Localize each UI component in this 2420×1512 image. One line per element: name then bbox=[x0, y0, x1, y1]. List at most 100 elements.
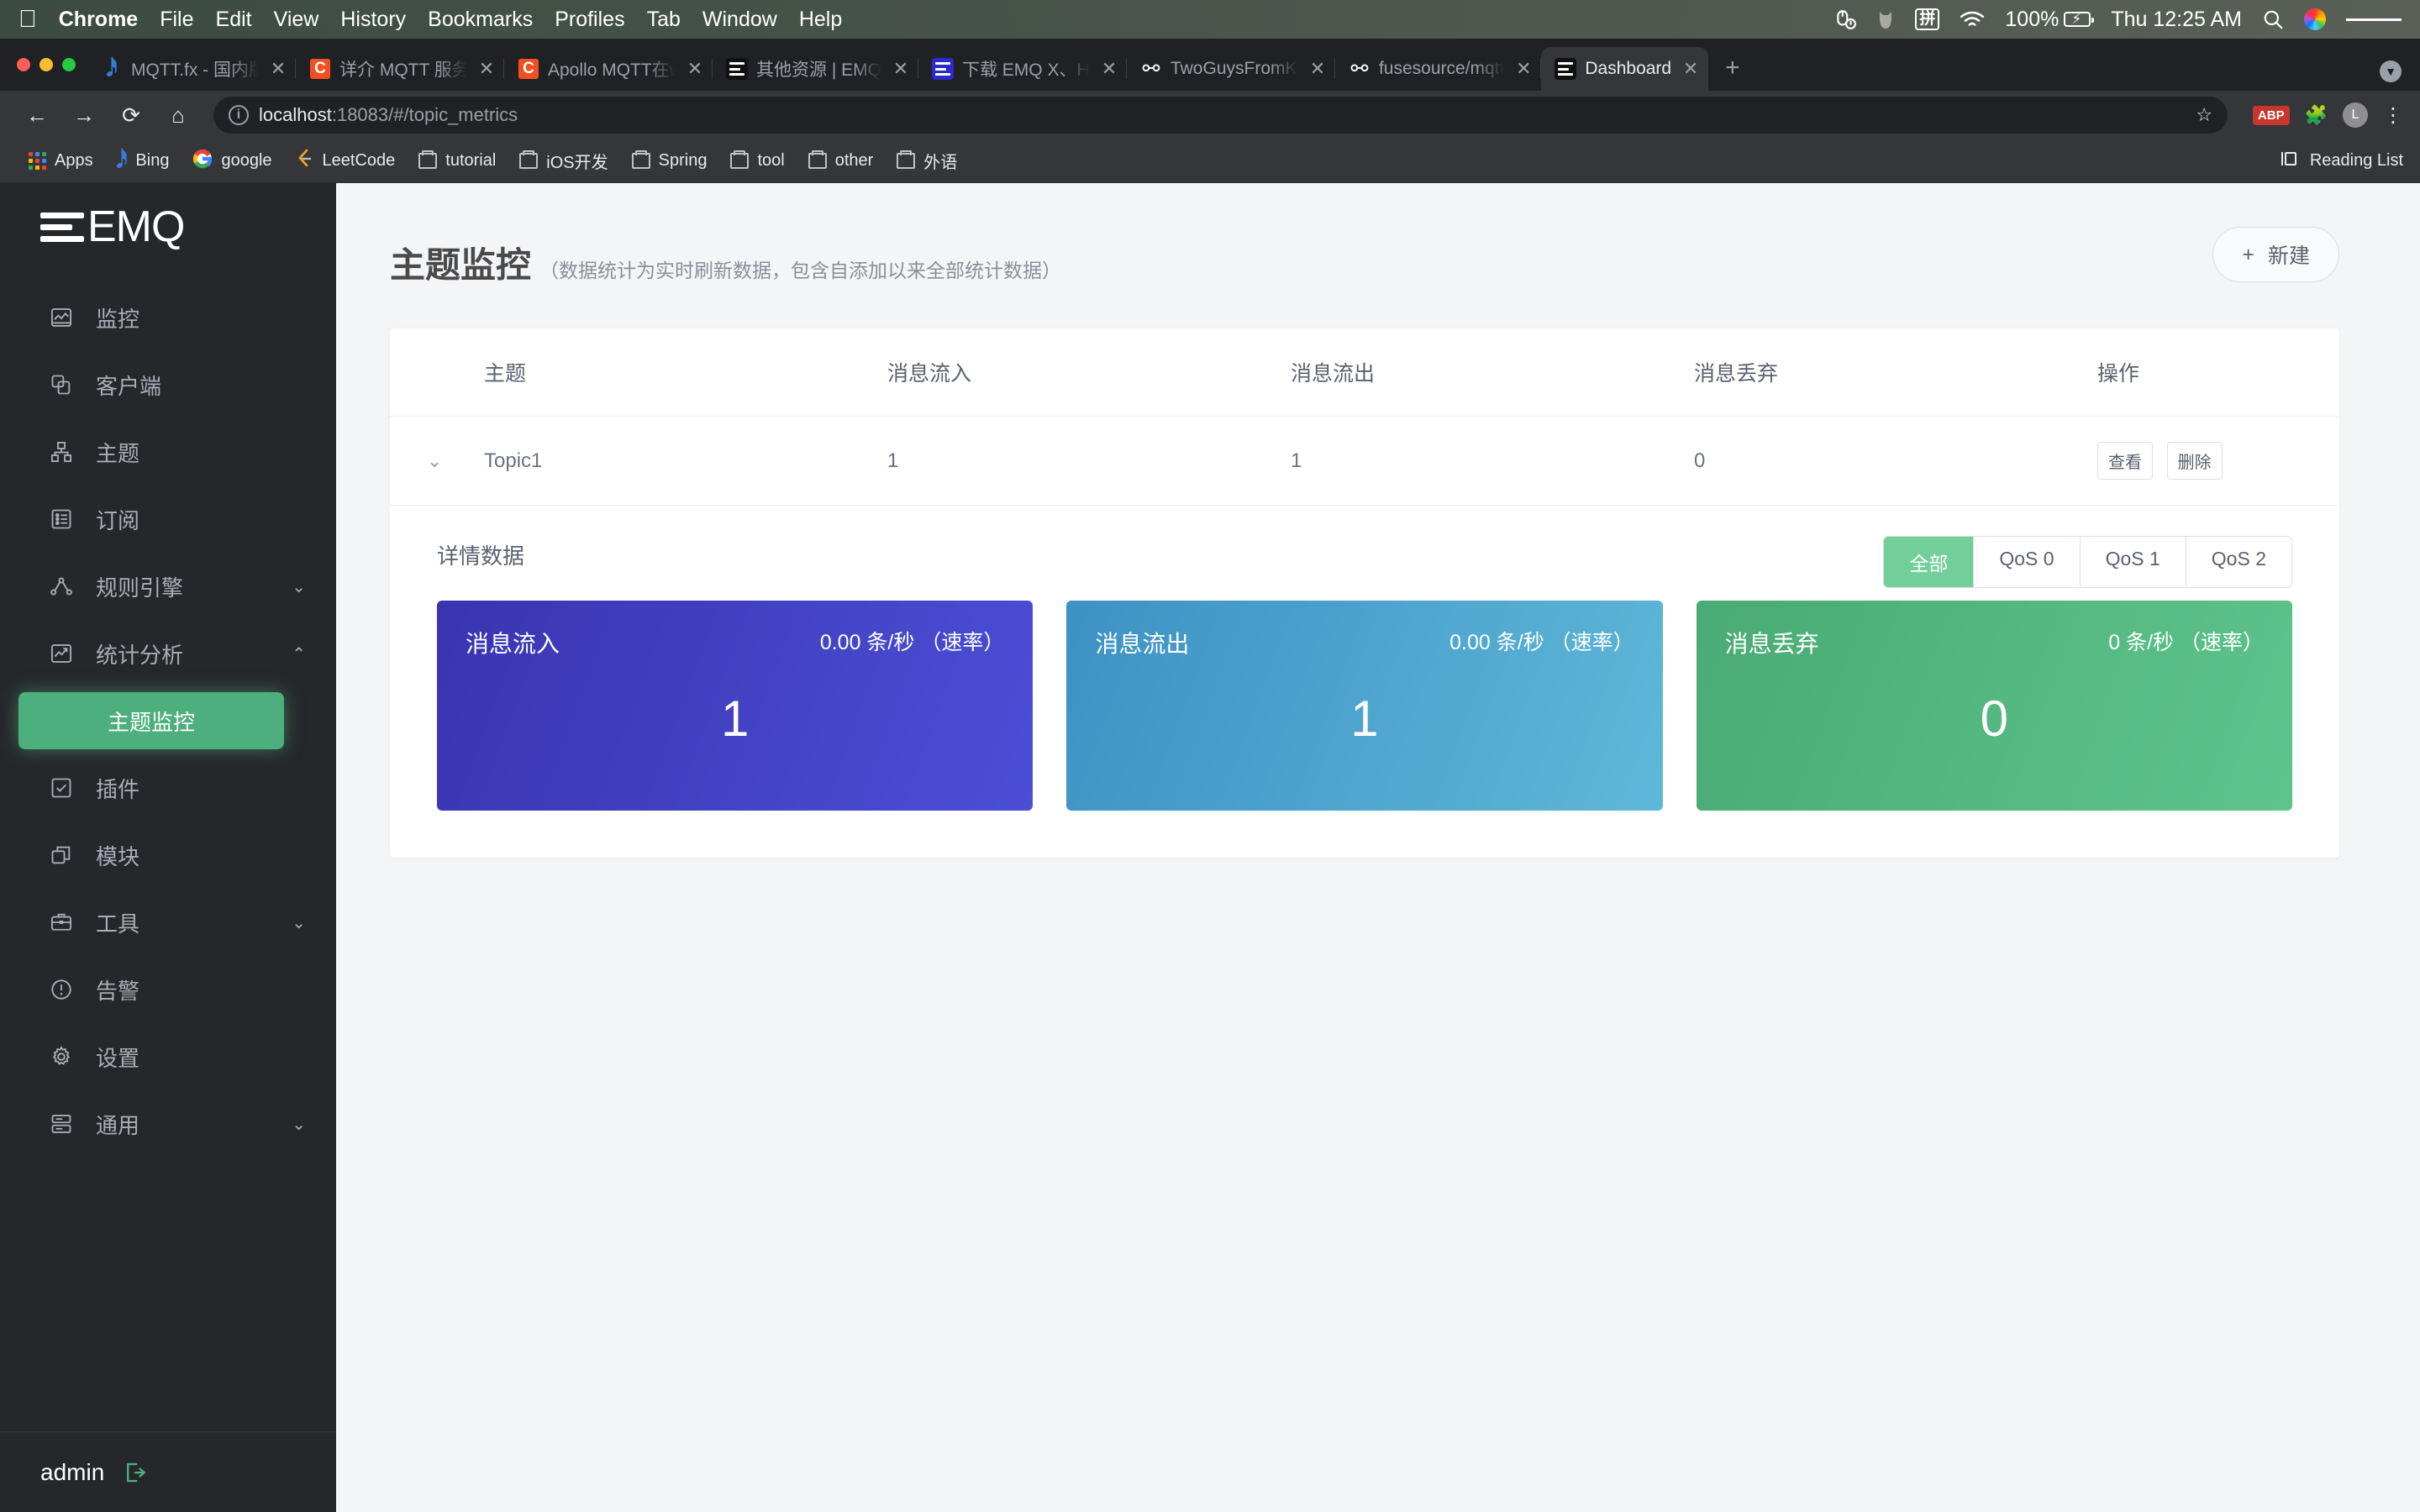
delete-button[interactable]: 删除 bbox=[2166, 442, 2223, 480]
browser-tab[interactable]: ⚯ fusesource/mqtt ✕ bbox=[1335, 47, 1542, 91]
bookmark-leetcode[interactable]: LeetCode bbox=[284, 144, 408, 179]
tab-qos2[interactable]: QoS 2 bbox=[2186, 537, 2291, 587]
adblock-plus-icon[interactable]: ABP bbox=[2252, 105, 2290, 125]
spotlight-search-icon[interactable] bbox=[2262, 8, 2284, 30]
bookmark-ios[interactable]: iOS开发 bbox=[508, 144, 619, 178]
tab-qos1[interactable]: QoS 1 bbox=[2080, 537, 2186, 587]
browser-tab-active[interactable]: Dashboard ✕ bbox=[1541, 47, 1709, 91]
bookmark-google[interactable]: google bbox=[181, 144, 283, 179]
sidebar-item-plugins[interactable]: 插件 bbox=[0, 754, 336, 822]
cell-dropped: 0 bbox=[1694, 416, 2097, 506]
menu-item-view[interactable]: View bbox=[274, 8, 319, 32]
tab-search-chevron-down-icon[interactable]: ▼ bbox=[2380, 60, 2402, 82]
battery-status[interactable]: 100% ⚡ bbox=[2005, 8, 2095, 32]
browser-tab[interactable]: ⚯ TwoGuysFromKa ✕ bbox=[1127, 47, 1335, 91]
sidebar-item-analytics[interactable]: 统计分析 ⌃ bbox=[0, 620, 336, 687]
control-center-icon[interactable] bbox=[2346, 15, 2402, 24]
close-window-button[interactable] bbox=[17, 58, 30, 71]
browser-tab[interactable]: 下载 EMQ X、HS ✕ bbox=[918, 47, 1127, 91]
brand-logo[interactable]: EMQ bbox=[0, 183, 336, 270]
back-button[interactable]: ← bbox=[17, 97, 57, 134]
menu-item-profiles[interactable]: Profiles bbox=[555, 8, 624, 32]
home-button[interactable]: ⌂ bbox=[158, 97, 198, 134]
window-controls[interactable] bbox=[12, 39, 87, 91]
menu-item-help[interactable]: Help bbox=[799, 8, 842, 32]
chevron-down-icon[interactable]: ⌄ bbox=[292, 912, 306, 933]
pinyin-input-icon[interactable]: 拼 bbox=[1915, 8, 1940, 30]
close-tab-button[interactable]: ✕ bbox=[476, 58, 497, 80]
kebab-menu-icon[interactable]: ⋮ bbox=[2383, 103, 2403, 128]
info-circle-icon[interactable]: i bbox=[229, 105, 249, 125]
bookmark-bing[interactable]: 𝅘𝅥𝅰 Bing bbox=[105, 144, 182, 178]
menu-item-chrome[interactable]: Chrome bbox=[59, 8, 138, 32]
minimize-window-button[interactable] bbox=[39, 58, 53, 71]
clock-label[interactable]: Thu 12:25 AM bbox=[2111, 8, 2242, 32]
sidebar-item-clients[interactable]: 客户端 bbox=[0, 351, 336, 418]
browser-tab[interactable]: 𝅘𝅥𝅰 MQTT.fx - 国内版 ✕ bbox=[87, 47, 296, 91]
sidebar-item-tools[interactable]: 工具 ⌄ bbox=[0, 889, 336, 956]
brand-name: EMQ bbox=[87, 202, 185, 251]
menu-item-window[interactable]: Window bbox=[702, 8, 777, 32]
maximize-window-button[interactable] bbox=[62, 58, 76, 71]
reading-list-area[interactable]: Reading List bbox=[2280, 150, 2403, 173]
apps-grid-icon bbox=[29, 152, 46, 170]
menu-item-tab[interactable]: Tab bbox=[647, 8, 681, 32]
bookmark-spring[interactable]: Spring bbox=[620, 146, 719, 176]
menu-item-file[interactable]: File bbox=[160, 8, 193, 32]
sidebar-item-alarm[interactable]: 告警 bbox=[0, 956, 336, 1023]
close-tab-button[interactable]: ✕ bbox=[684, 58, 706, 80]
logout-icon[interactable] bbox=[123, 1460, 148, 1485]
bookmark-apps[interactable]: Apps bbox=[17, 146, 105, 176]
reload-button[interactable]: ⟳ bbox=[111, 97, 151, 134]
avatar[interactable]: L bbox=[2343, 102, 2368, 128]
bookmark-star-icon[interactable]: ☆ bbox=[2196, 104, 2212, 126]
browser-tab[interactable]: C Apollo MQTT在w ✕ bbox=[504, 47, 713, 91]
chevron-down-icon[interactable]: ⌄ bbox=[292, 576, 306, 597]
sidebar-item-settings[interactable]: 设置 bbox=[0, 1023, 336, 1090]
bookmark-other[interactable]: other bbox=[797, 146, 886, 176]
wifi-icon[interactable] bbox=[1960, 10, 1985, 29]
browser-tab[interactable]: 其他资源 | EMQ ✕ bbox=[713, 47, 918, 91]
tab-all[interactable]: 全部 bbox=[1884, 537, 1975, 587]
sidebar-subitem-topic-metrics[interactable]: 主题监控 bbox=[18, 692, 284, 749]
row-expander[interactable]: ⌄ bbox=[390, 416, 484, 506]
emq-logo-icon bbox=[40, 212, 84, 242]
puzzle-icon[interactable]: 🧩 bbox=[2305, 104, 2328, 126]
metric-rate: 0 条/秒 （速率） bbox=[2108, 631, 2264, 654]
apple-icon[interactable]:  bbox=[18, 7, 37, 32]
chevron-up-icon[interactable]: ⌃ bbox=[292, 643, 306, 664]
sidebar-item-subscriptions[interactable]: 订阅 bbox=[0, 486, 336, 553]
siri-icon[interactable] bbox=[2304, 8, 2326, 30]
sidebar-item-topics[interactable]: 主题 bbox=[0, 418, 336, 486]
sidebar-item-monitor[interactable]: 监控 bbox=[0, 284, 336, 351]
menu-item-bookmarks[interactable]: Bookmarks bbox=[428, 8, 533, 32]
new-tab-button[interactable]: + bbox=[1708, 54, 1757, 91]
close-tab-button[interactable]: ✕ bbox=[1098, 58, 1120, 80]
sidebar-item-label: 监控 bbox=[96, 306, 140, 332]
chevron-down-icon[interactable]: ⌄ bbox=[292, 1114, 306, 1135]
menu-item-history[interactable]: History bbox=[340, 8, 406, 32]
close-tab-button[interactable]: ✕ bbox=[1680, 58, 1702, 80]
table-row[interactable]: ⌄ Topic1 1 1 0 查看 删除 bbox=[390, 416, 2339, 506]
cat-icon[interactable] bbox=[1876, 8, 1895, 30]
sidebar-item-modules[interactable]: 模块 bbox=[0, 822, 336, 889]
close-tab-button[interactable]: ✕ bbox=[1307, 58, 1328, 80]
forward-button[interactable]: → bbox=[64, 97, 104, 134]
address-bar[interactable]: i localhost:18083/#/topic_metrics ☆ bbox=[213, 97, 2228, 134]
chevron-down-icon[interactable]: ⌄ bbox=[427, 450, 442, 471]
mouse-alert-icon[interactable] bbox=[1834, 8, 1857, 30]
menu-item-edit[interactable]: Edit bbox=[216, 8, 252, 32]
bookmark-tool[interactable]: tool bbox=[718, 146, 796, 176]
bookmark-tutorial[interactable]: tutorial bbox=[407, 146, 508, 176]
sidebar-item-rule-engine[interactable]: 规则引擎 ⌄ bbox=[0, 553, 336, 620]
new-topic-button[interactable]: + 新建 bbox=[2212, 227, 2339, 282]
sidebar-item-general[interactable]: 通用 ⌄ bbox=[0, 1090, 336, 1158]
bookmark-foreign-language[interactable]: 外语 bbox=[885, 144, 969, 178]
close-tab-button[interactable]: ✕ bbox=[890, 58, 912, 80]
view-button[interactable]: 查看 bbox=[2097, 442, 2153, 480]
close-tab-button[interactable]: ✕ bbox=[1512, 58, 1534, 80]
browser-tab[interactable]: C 详介 MQTT 服务器 ✕ bbox=[296, 47, 504, 91]
url-host: localhost bbox=[259, 104, 332, 125]
tab-qos0[interactable]: QoS 0 bbox=[1974, 537, 2081, 587]
close-tab-button[interactable]: ✕ bbox=[267, 58, 289, 80]
